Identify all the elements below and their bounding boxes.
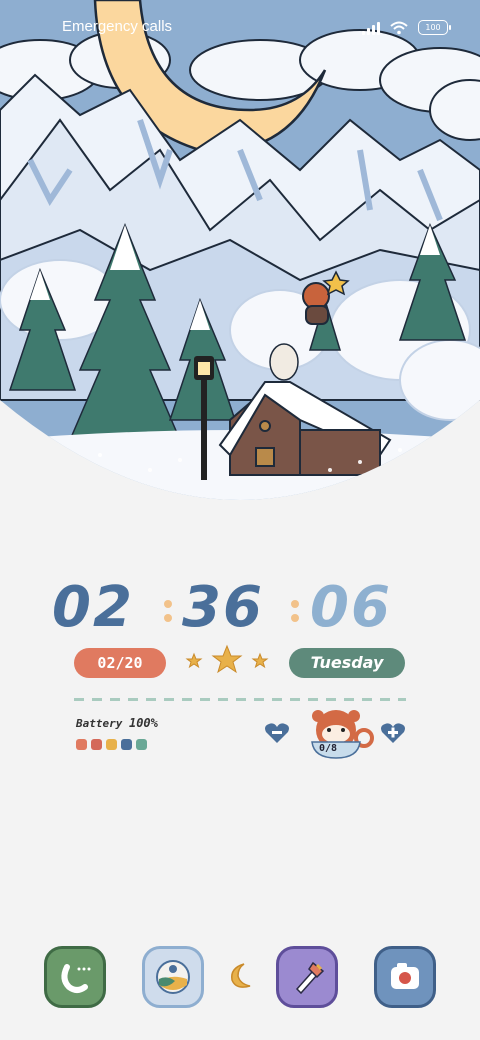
app-dock	[0, 946, 480, 1010]
gallery-icon	[156, 960, 190, 994]
star-icon	[185, 652, 203, 669]
date-badge: 02/20	[74, 648, 166, 678]
brush-icon	[295, 961, 325, 995]
signal-icon	[362, 21, 380, 35]
battery-widget-title: Battery	[76, 717, 123, 730]
minus-heart-button[interactable]	[264, 722, 290, 744]
clock-widget[interactable]: 02 36 06	[0, 578, 480, 638]
phone-app-icon[interactable]	[44, 946, 106, 1008]
gallery-app-icon[interactable]	[142, 946, 204, 1008]
camera-icon	[391, 963, 419, 989]
clock-minutes: 36	[182, 575, 264, 640]
weekday-badge: Tuesday	[289, 648, 405, 678]
clock-colon	[291, 600, 299, 628]
paw-icon	[106, 739, 117, 750]
paw-icon	[136, 739, 147, 750]
star-icon	[211, 644, 243, 674]
plus-heart-button[interactable]	[380, 722, 406, 744]
divider	[74, 698, 406, 701]
paw-icon	[91, 739, 102, 750]
stars-decoration	[185, 644, 269, 674]
battery-widget-percent: 100%	[128, 716, 158, 730]
clock-seconds: 06	[310, 575, 392, 640]
wallpaper-winter-scene	[0, 0, 480, 500]
phone-icon	[61, 964, 91, 993]
moon-icon	[231, 963, 251, 988]
paw-icon	[121, 739, 132, 750]
white-cat-illustration	[269, 343, 299, 381]
brush-app-icon[interactable]	[276, 946, 338, 1008]
paw-icon	[76, 739, 87, 750]
camera-app-icon[interactable]	[374, 946, 436, 1008]
battery-paw-indicators	[76, 739, 147, 750]
battery-icon: 100	[418, 20, 451, 35]
clock-hours: 02	[52, 575, 134, 640]
water-counter-widget: 0/8	[264, 710, 406, 760]
counter-value: 0/8	[318, 743, 338, 754]
wallpaper-illustration	[0, 0, 480, 500]
status-bar: Emergency calls 100	[0, 0, 480, 56]
star-icon	[251, 652, 269, 669]
clock-colon	[164, 600, 172, 628]
carrier-status-text: Emergency calls	[62, 18, 173, 35]
battery-widget-label: Battery 100%	[76, 716, 158, 730]
status-icons: 100	[362, 20, 451, 35]
battery-level-text: 100	[425, 23, 441, 32]
wifi-icon	[390, 21, 408, 34]
